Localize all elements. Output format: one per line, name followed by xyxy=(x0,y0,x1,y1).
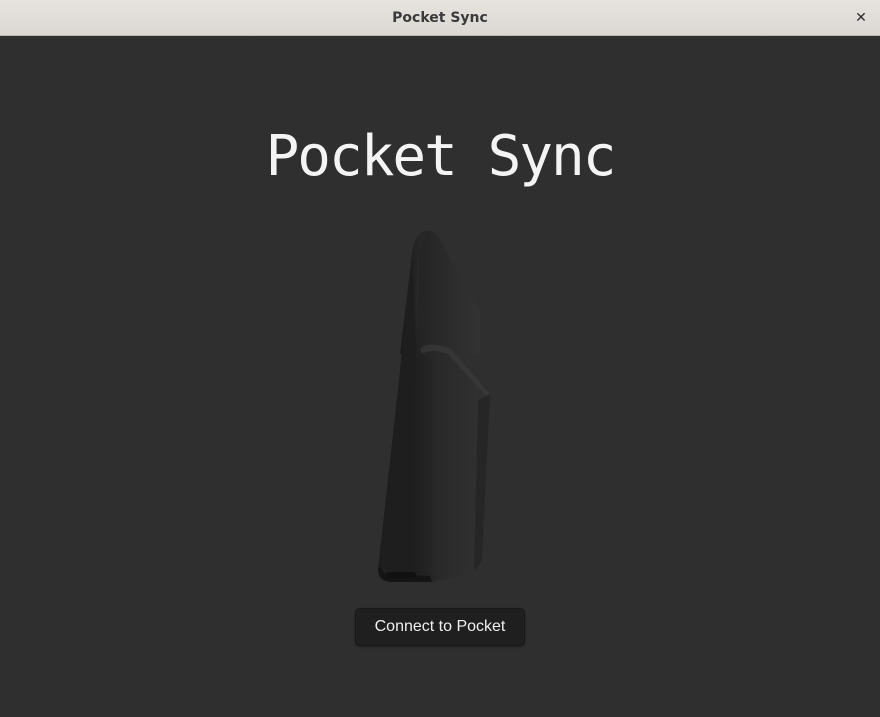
connect-button[interactable]: Connect to Pocket xyxy=(355,608,525,646)
window-title: Pocket Sync xyxy=(392,9,488,26)
title-bar[interactable]: Pocket Sync ✕ xyxy=(0,0,880,36)
main-content: Pocket Sync Connect to Pocket xyxy=(0,36,880,717)
app-window: Pocket Sync ✕ Pocket Sync Connect to Poc… xyxy=(0,0,880,717)
device-back-panel xyxy=(415,230,480,354)
device-illustration xyxy=(378,230,490,582)
close-icon[interactable]: ✕ xyxy=(852,9,870,27)
app-heading: Pocket Sync xyxy=(265,124,617,189)
device-port xyxy=(386,572,416,578)
